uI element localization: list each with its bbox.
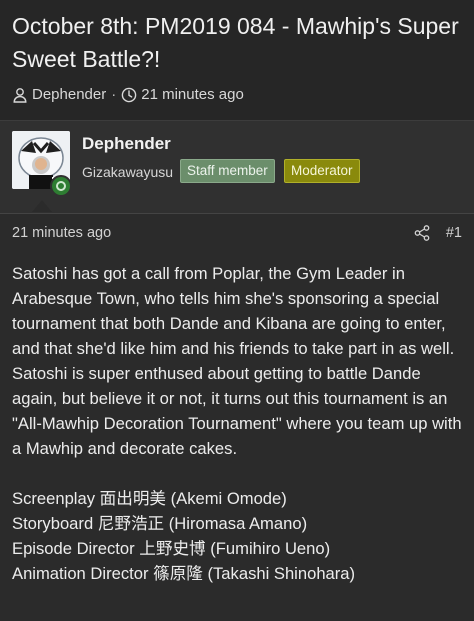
credit-line: Screenplay 面出明美 (Akemi Omode) bbox=[12, 489, 287, 508]
message-pointer bbox=[32, 200, 52, 212]
share-icon[interactable] bbox=[414, 225, 430, 241]
post-paragraph: Satoshi has got a call from Poplar, the … bbox=[12, 264, 462, 458]
moderator-badge: Moderator bbox=[284, 159, 360, 183]
thread-meta: Dephender · 21 minutes ago bbox=[12, 86, 244, 103]
staff-credits: Screenplay 面出明美 (Akemi Omode) Storyboard… bbox=[12, 486, 464, 586]
credit-line: Episode Director 上野史博 (Fumihiro Ueno) bbox=[12, 539, 331, 558]
post-user-block: Dephender Gizakawayusu Staff member Mode… bbox=[0, 120, 474, 214]
thread-title: October 8th: PM2019 084 - Mawhip's Super… bbox=[12, 13, 459, 72]
post-body: Satoshi has got a call from Poplar, the … bbox=[12, 261, 464, 586]
thread-time-link[interactable]: 21 minutes ago bbox=[141, 86, 244, 103]
user-icon bbox=[12, 87, 28, 103]
credit-line: Animation Director 篠原隆 (Takashi Shinohar… bbox=[12, 564, 356, 583]
clock-icon bbox=[121, 87, 137, 103]
staff-member-badge: Staff member bbox=[180, 159, 275, 183]
online-status-icon bbox=[50, 175, 72, 197]
credit-line: Storyboard 尼野浩正 (Hiromasa Amano) bbox=[12, 514, 308, 533]
meta-separator: · bbox=[111, 86, 117, 103]
thread-author-link[interactable]: Dephender bbox=[32, 86, 106, 103]
post-username[interactable]: Dephender bbox=[82, 134, 171, 154]
post-timestamp[interactable]: 21 minutes ago bbox=[12, 225, 111, 241]
post-meta: 21 minutes ago #1 bbox=[12, 225, 462, 245]
thread-header: October 8th: PM2019 084 - Mawhip's Super… bbox=[0, 0, 474, 120]
post-number-link[interactable]: #1 bbox=[446, 225, 462, 241]
user-title: Gizakawayusu bbox=[82, 164, 174, 180]
